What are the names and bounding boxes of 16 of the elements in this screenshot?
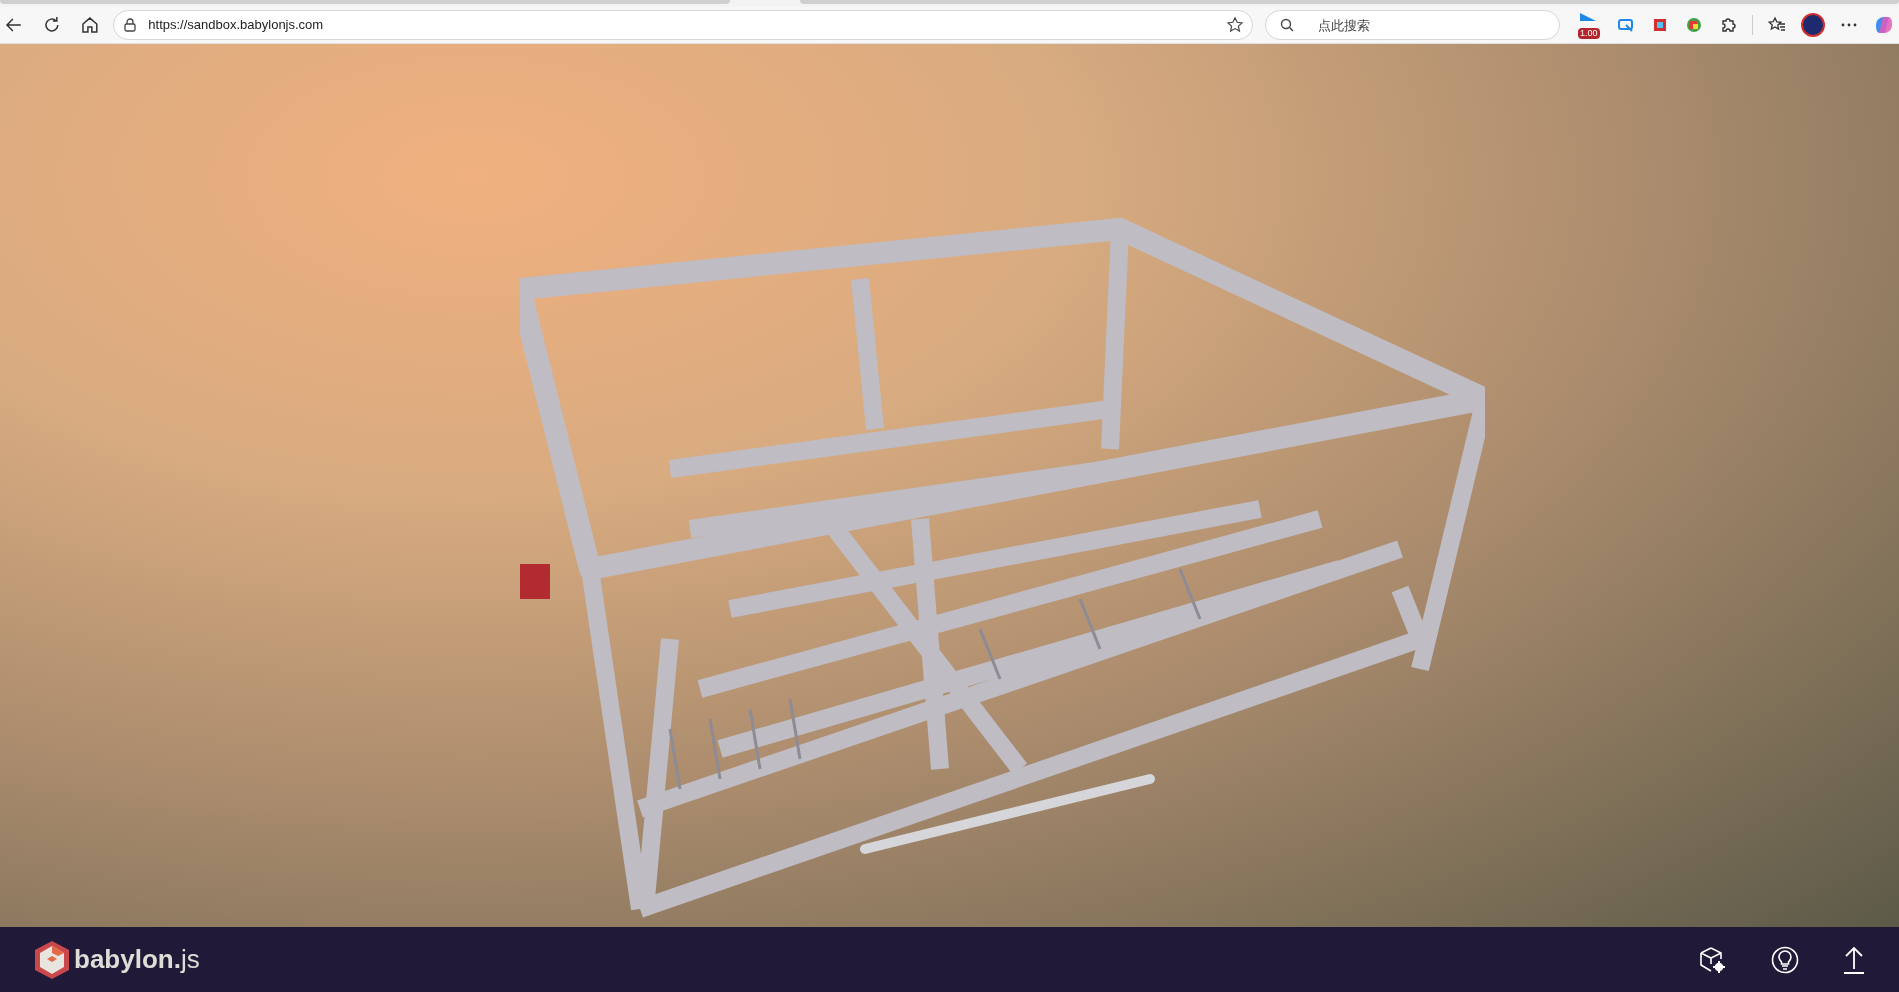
avatar-icon[interactable]: [1801, 13, 1825, 37]
url-text[interactable]: https://sandbox.babylonjs.com: [148, 15, 324, 35]
lock-icon[interactable]: [122, 17, 139, 33]
search-field[interactable]: 点此搜索: [1265, 10, 1560, 40]
search-icon: [1279, 17, 1296, 33]
copilot-icon[interactable]: [1873, 14, 1895, 36]
logo-text[interactable]: babylon.js: [74, 940, 200, 979]
home-icon[interactable]: [79, 15, 100, 35]
extension-badge: 1.00: [1578, 28, 1600, 39]
cube-settings-icon[interactable]: [1697, 944, 1727, 975]
upload-icon[interactable]: [1843, 944, 1865, 975]
extension-icon[interactable]: [1684, 15, 1704, 35]
babylon-logo-icon[interactable]: [34, 939, 70, 980]
star-icon[interactable]: [1226, 16, 1245, 34]
lightbulb-icon[interactable]: [1771, 945, 1799, 974]
address-bar[interactable]: https://sandbox.babylonjs.com: [113, 10, 1254, 40]
